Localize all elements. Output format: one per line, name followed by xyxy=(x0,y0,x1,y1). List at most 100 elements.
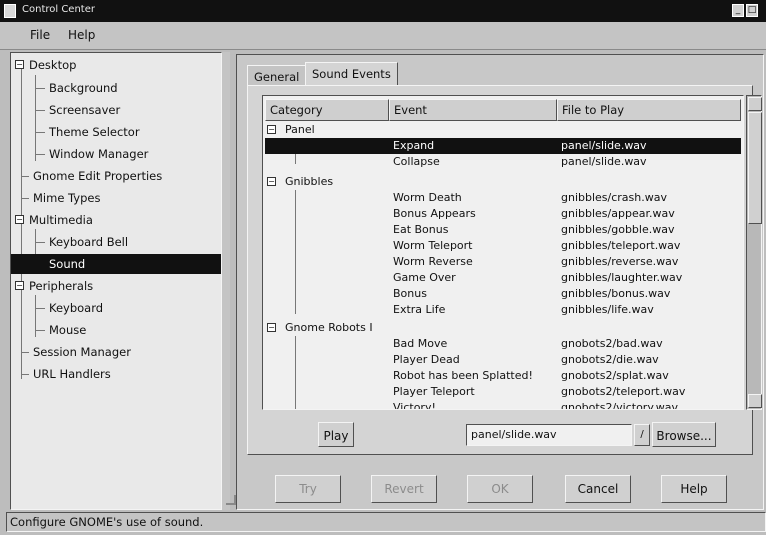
tree-item-label: Gnome Edit Properties xyxy=(33,169,163,183)
menu-file[interactable]: File xyxy=(30,28,50,42)
event-row[interactable]: Worm Reverse gnibbles/reverse.wav xyxy=(265,254,741,270)
tree-item-peripherals[interactable]: − Peripherals xyxy=(11,276,221,296)
event-row[interactable]: Player Dead gnobots2/die.wav xyxy=(265,352,741,368)
menu-help[interactable]: Help xyxy=(68,28,95,42)
maximize-button[interactable]: □ xyxy=(746,4,758,17)
collapse-icon[interactable]: − xyxy=(15,60,24,69)
title-bar: Control Center _ □ xyxy=(0,0,766,22)
revert-button[interactable]: Revert xyxy=(371,475,437,503)
tree-item-sound[interactable]: Sound xyxy=(11,254,221,274)
event-row[interactable]: Game Over gnibbles/laughter.wav xyxy=(265,270,741,286)
tree-item-label: Multimedia xyxy=(29,213,93,227)
tree-item-mouse[interactable]: Mouse xyxy=(11,320,221,340)
event-file: gnobots2/victory.wav xyxy=(561,401,679,410)
status-bar: Configure GNOME's use of sound. xyxy=(6,512,766,532)
column-header-event[interactable]: Event xyxy=(389,99,557,121)
browse-button[interactable]: Browse... xyxy=(652,422,716,447)
try-button[interactable]: Try xyxy=(275,475,341,503)
sound-events-list[interactable]: Category Event File to Play − Panel Expa… xyxy=(262,95,744,410)
tree-item-label: Mime Types xyxy=(33,191,101,205)
window-title: Control Center xyxy=(22,4,95,15)
file-history-dropdown[interactable]: / xyxy=(634,424,650,446)
event-file: gnibbles/teleport.wav xyxy=(561,239,681,252)
event-name: Expand xyxy=(393,139,435,152)
event-file: panel/slide.wav xyxy=(561,139,647,152)
minimize-button[interactable]: _ xyxy=(732,4,744,17)
event-row[interactable]: Collapse panel/slide.wav xyxy=(265,154,741,170)
tree-item-screensaver[interactable]: Screensaver xyxy=(11,100,221,120)
collapse-icon[interactable]: − xyxy=(267,323,276,332)
tree-item-session-manager[interactable]: Session Manager xyxy=(11,342,221,362)
tree-item-theme-selector[interactable]: Theme Selector xyxy=(11,122,221,142)
category-row-gnibbles[interactable]: − Gnibbles xyxy=(265,174,741,190)
ok-button[interactable]: OK xyxy=(467,475,533,503)
event-name: Game Over xyxy=(393,271,456,284)
event-file: gnobots2/die.wav xyxy=(561,353,659,366)
event-name: Player Dead xyxy=(393,353,460,366)
category-row-panel[interactable]: − Panel xyxy=(265,122,741,138)
event-row[interactable]: Worm Teleport gnibbles/teleport.wav xyxy=(265,238,741,254)
window-menu-icon[interactable] xyxy=(4,4,16,18)
event-name: Worm Reverse xyxy=(393,255,473,268)
tree-item-keyboard-bell[interactable]: Keyboard Bell xyxy=(11,232,221,252)
event-name: Bonus xyxy=(393,287,427,300)
event-row[interactable]: Expand panel/slide.wav xyxy=(265,138,741,154)
collapse-icon[interactable]: − xyxy=(267,177,276,186)
event-name: Player Teleport xyxy=(393,385,475,398)
event-row[interactable]: Eat Bonus gnibbles/gobble.wav xyxy=(265,222,741,238)
event-file: gnibbles/bonus.wav xyxy=(561,287,671,300)
play-button[interactable]: Play xyxy=(318,422,354,447)
category-label: Gnome Robots I xyxy=(285,321,373,334)
event-name: Collapse xyxy=(393,155,440,168)
scroll-down-icon[interactable] xyxy=(748,394,762,408)
tree-item-label: Mouse xyxy=(49,323,87,337)
event-row[interactable]: Robot has been Splatted! gnobots2/splat.… xyxy=(265,368,741,384)
pane-splitter[interactable] xyxy=(222,52,230,510)
collapse-icon[interactable]: − xyxy=(15,215,24,224)
event-name: Robot has been Splatted! xyxy=(393,369,533,382)
event-name: Victory! xyxy=(393,401,436,410)
event-row[interactable]: Bad Move gnobots2/bad.wav xyxy=(265,336,741,352)
tree-item-label: Screensaver xyxy=(49,103,121,117)
event-file: gnibbles/life.wav xyxy=(561,303,654,316)
collapse-icon[interactable]: − xyxy=(15,281,24,290)
category-label: Panel xyxy=(285,123,315,136)
collapse-icon[interactable]: − xyxy=(267,125,276,134)
event-row[interactable]: Bonus gnibbles/bonus.wav xyxy=(265,286,741,302)
sound-file-input[interactable]: panel/slide.wav xyxy=(466,424,632,446)
event-row[interactable]: Bonus Appears gnibbles/appear.wav xyxy=(265,206,741,222)
resize-grip-icon[interactable] xyxy=(226,495,236,505)
scroll-up-icon[interactable] xyxy=(748,97,762,111)
tree-item-url-handlers[interactable]: URL Handlers xyxy=(11,364,221,384)
column-header-category[interactable]: Category xyxy=(265,99,389,121)
column-header-file[interactable]: File to Play xyxy=(557,99,741,121)
event-row[interactable]: Extra Life gnibbles/life.wav xyxy=(265,302,741,318)
cancel-button[interactable]: Cancel xyxy=(565,475,631,503)
event-row[interactable]: Player Teleport gnobots2/teleport.wav xyxy=(265,384,741,400)
tree-item-background[interactable]: Background xyxy=(11,78,221,98)
event-name: Bad Move xyxy=(393,337,448,350)
tree-item-label: URL Handlers xyxy=(33,367,111,381)
tree-item-desktop[interactable]: − Desktop xyxy=(11,55,221,75)
event-file: gnibbles/appear.wav xyxy=(561,207,675,220)
help-button[interactable]: Help xyxy=(661,475,727,503)
tree-item-multimedia[interactable]: − Multimedia xyxy=(11,210,221,230)
tree-item-label: Keyboard Bell xyxy=(49,235,129,249)
event-file: gnibbles/crash.wav xyxy=(561,191,667,204)
tree-item-label: Window Manager xyxy=(49,147,149,161)
event-row[interactable]: Victory! gnobots2/victory.wav xyxy=(265,400,741,410)
event-name: Worm Teleport xyxy=(393,239,473,252)
category-row-robots[interactable]: − Gnome Robots I xyxy=(265,320,741,336)
tree-item-window-manager[interactable]: Window Manager xyxy=(11,144,221,164)
tree-item-gnome-edit-properties[interactable]: Gnome Edit Properties xyxy=(11,166,221,186)
list-scrollbar[interactable] xyxy=(746,95,762,410)
tree-item-mime-types[interactable]: Mime Types xyxy=(11,188,221,208)
event-file: gnibbles/reverse.wav xyxy=(561,255,679,268)
event-name: Bonus Appears xyxy=(393,207,476,220)
settings-tree: − Desktop Background Screensaver Theme S… xyxy=(10,52,222,510)
event-name: Worm Death xyxy=(393,191,462,204)
scroll-thumb[interactable] xyxy=(748,112,762,224)
event-row[interactable]: Worm Death gnibbles/crash.wav xyxy=(265,190,741,206)
tree-item-keyboard[interactable]: Keyboard xyxy=(11,298,221,318)
event-file: gnobots2/bad.wav xyxy=(561,337,663,350)
